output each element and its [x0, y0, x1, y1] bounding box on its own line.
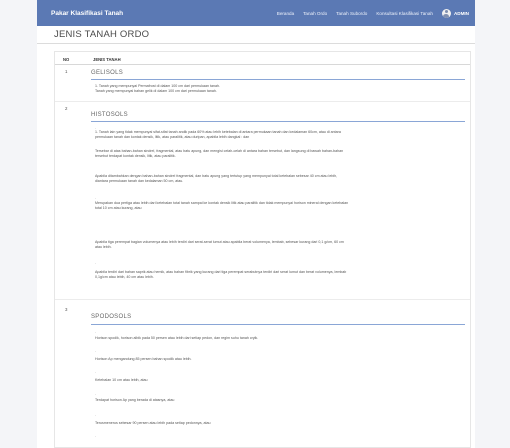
section-divider — [91, 121, 465, 122]
list-item: Terusmenerus sebesar 90 persen atau lebi… — [95, 421, 211, 425]
main-nav: Beranda Tanah Ordo Tanah Subordo Konsult… — [277, 8, 469, 18]
bullet-dot: . — [95, 348, 97, 353]
section-divider — [91, 79, 465, 80]
list-item: atau lebih. — [95, 245, 112, 249]
list-item: Apabila tiga perempat bagian volumenya a… — [95, 240, 344, 244]
list-item: Merupakan dua pertiga atau lebih dari ke… — [95, 201, 349, 205]
list-item: 1. Tanah lain yang tidak mempunyai sifat… — [95, 130, 341, 134]
nav-tanah-subordo[interactable]: Tanah Subordo — [336, 11, 367, 16]
soil-table: NO JENIS TANAH 1 GELISOLS 1. Tanah yang … — [54, 51, 471, 448]
row-number: 2 — [65, 106, 68, 111]
row-separator — [55, 101, 470, 102]
brand-title[interactable]: Pakar Klasifikasi Tanah — [51, 10, 123, 17]
list-item: Ketebalan 10 cm atau lebih, atau — [95, 378, 148, 382]
list-item: Tersebar di atas bahan-bahan sindrel, fr… — [95, 149, 344, 153]
list-item: permukaan tanah dan kontak densik, litik… — [95, 135, 250, 139]
list-item: Apabila terdiri dari bahan saprik atau h… — [95, 270, 347, 274]
bullet-dot: . — [95, 412, 97, 417]
list-item: Horison spodik, horison albik pada 50 pe… — [95, 336, 259, 340]
list-item: 1. Tanah yang mempunyai Permafrost di da… — [95, 84, 220, 88]
bullet-dot: . — [95, 369, 97, 374]
row-number: 1 — [65, 69, 68, 74]
list-item: Horison Ap mengandung 85 persen bahan sp… — [95, 357, 192, 361]
user-menu[interactable]: ADMIN — [441, 8, 469, 18]
section-divider — [91, 324, 465, 325]
bullet-dot: . — [95, 329, 97, 334]
list-item: Tanah yang mempunyai bahan gelik di dala… — [95, 89, 217, 93]
section-spodosols-title: SPODOSOLS — [91, 314, 132, 320]
list-item: tersebut terdapat kontak densik, litik, … — [95, 154, 176, 158]
section-gelisols-title: GELISOLS — [91, 70, 124, 76]
nav-beranda[interactable]: Beranda — [277, 11, 294, 16]
list-item: diantara permukaan tanah dan kedalaman 5… — [95, 179, 184, 183]
section-histosols-title: HISTOSOLS — [91, 112, 128, 118]
list-item: total 10 cm atau kurang, atau — [95, 206, 142, 210]
user-name: ADMIN — [453, 10, 469, 16]
column-jenis-tanah: JENIS TANAH — [93, 57, 121, 62]
list-item: Terdapat horison Ap yang berada di atasn… — [95, 398, 175, 402]
page-title: JENIS TANAH ORDO — [54, 29, 150, 40]
bullet-dot: . — [95, 260, 97, 265]
nav-tanah-ordo[interactable]: Tanah Ordo — [303, 11, 327, 16]
top-navbar: Pakar Klasifikasi Tanah Beranda Tanah Or… — [37, 0, 475, 26]
nav-konsultasi[interactable]: Konsultasi Klasifikasi Tanah — [376, 11, 433, 16]
table-header: NO JENIS TANAH — [55, 52, 470, 65]
column-no: NO — [63, 57, 70, 62]
avatar-icon — [441, 8, 451, 18]
content-page: JENIS TANAH ORDO NO JENIS TANAH 1 GELISO… — [37, 26, 475, 448]
list-item: Apabila ditambahkan dengan bahan-bahan s… — [95, 174, 338, 178]
bullet-dot: . — [95, 433, 97, 438]
list-item: 0,1g/cm atau lebih, 40 cm atau lebih. — [95, 275, 154, 279]
title-divider — [37, 43, 475, 44]
row-number: 3 — [65, 307, 68, 312]
bullet-dot: . — [95, 195, 97, 200]
row-separator — [55, 299, 470, 300]
bullet-dot: . — [95, 391, 97, 396]
